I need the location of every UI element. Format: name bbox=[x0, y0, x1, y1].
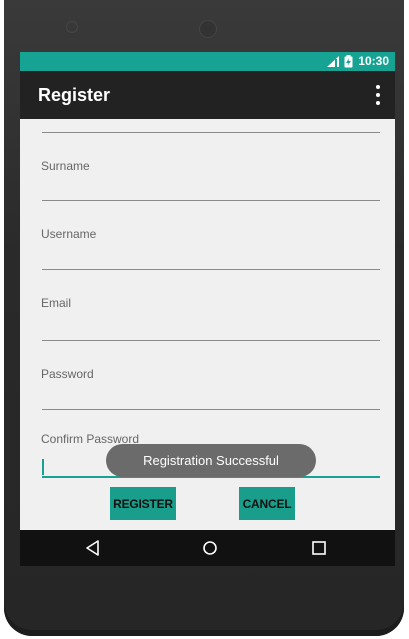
password-field[interactable] bbox=[42, 409, 380, 410]
signal-icon bbox=[327, 55, 340, 67]
app-bar: Register bbox=[20, 71, 395, 119]
email-field[interactable] bbox=[42, 340, 380, 341]
recents-icon[interactable] bbox=[309, 538, 329, 558]
surname-field[interactable] bbox=[42, 200, 380, 201]
camera-icon bbox=[66, 21, 78, 33]
navigation-bar bbox=[20, 530, 395, 566]
device-frame: 10:30 Register Surname Username Email Pa… bbox=[4, 0, 404, 636]
overflow-menu-icon[interactable] bbox=[375, 85, 381, 105]
toast-message: Registration Successful bbox=[106, 444, 316, 477]
cancel-button[interactable]: CANCEL bbox=[239, 487, 295, 520]
surname-label: Surname bbox=[41, 159, 90, 173]
password-label: Password bbox=[41, 367, 94, 381]
field-underline bbox=[42, 132, 380, 133]
screen: 10:30 Register Surname Username Email Pa… bbox=[20, 52, 395, 566]
email-label: Email bbox=[41, 296, 72, 310]
back-icon[interactable] bbox=[83, 538, 103, 558]
page-title: Register bbox=[38, 85, 111, 105]
battery-icon bbox=[344, 54, 353, 67]
username-label: Username bbox=[41, 227, 97, 241]
status-bar: 10:30 bbox=[20, 52, 395, 71]
speaker-icon bbox=[199, 20, 217, 38]
text-cursor bbox=[42, 459, 44, 475]
status-time: 10:30 bbox=[358, 54, 389, 68]
username-field[interactable] bbox=[42, 269, 380, 270]
home-icon[interactable] bbox=[200, 538, 220, 558]
register-button[interactable]: REGISTER bbox=[110, 487, 176, 520]
